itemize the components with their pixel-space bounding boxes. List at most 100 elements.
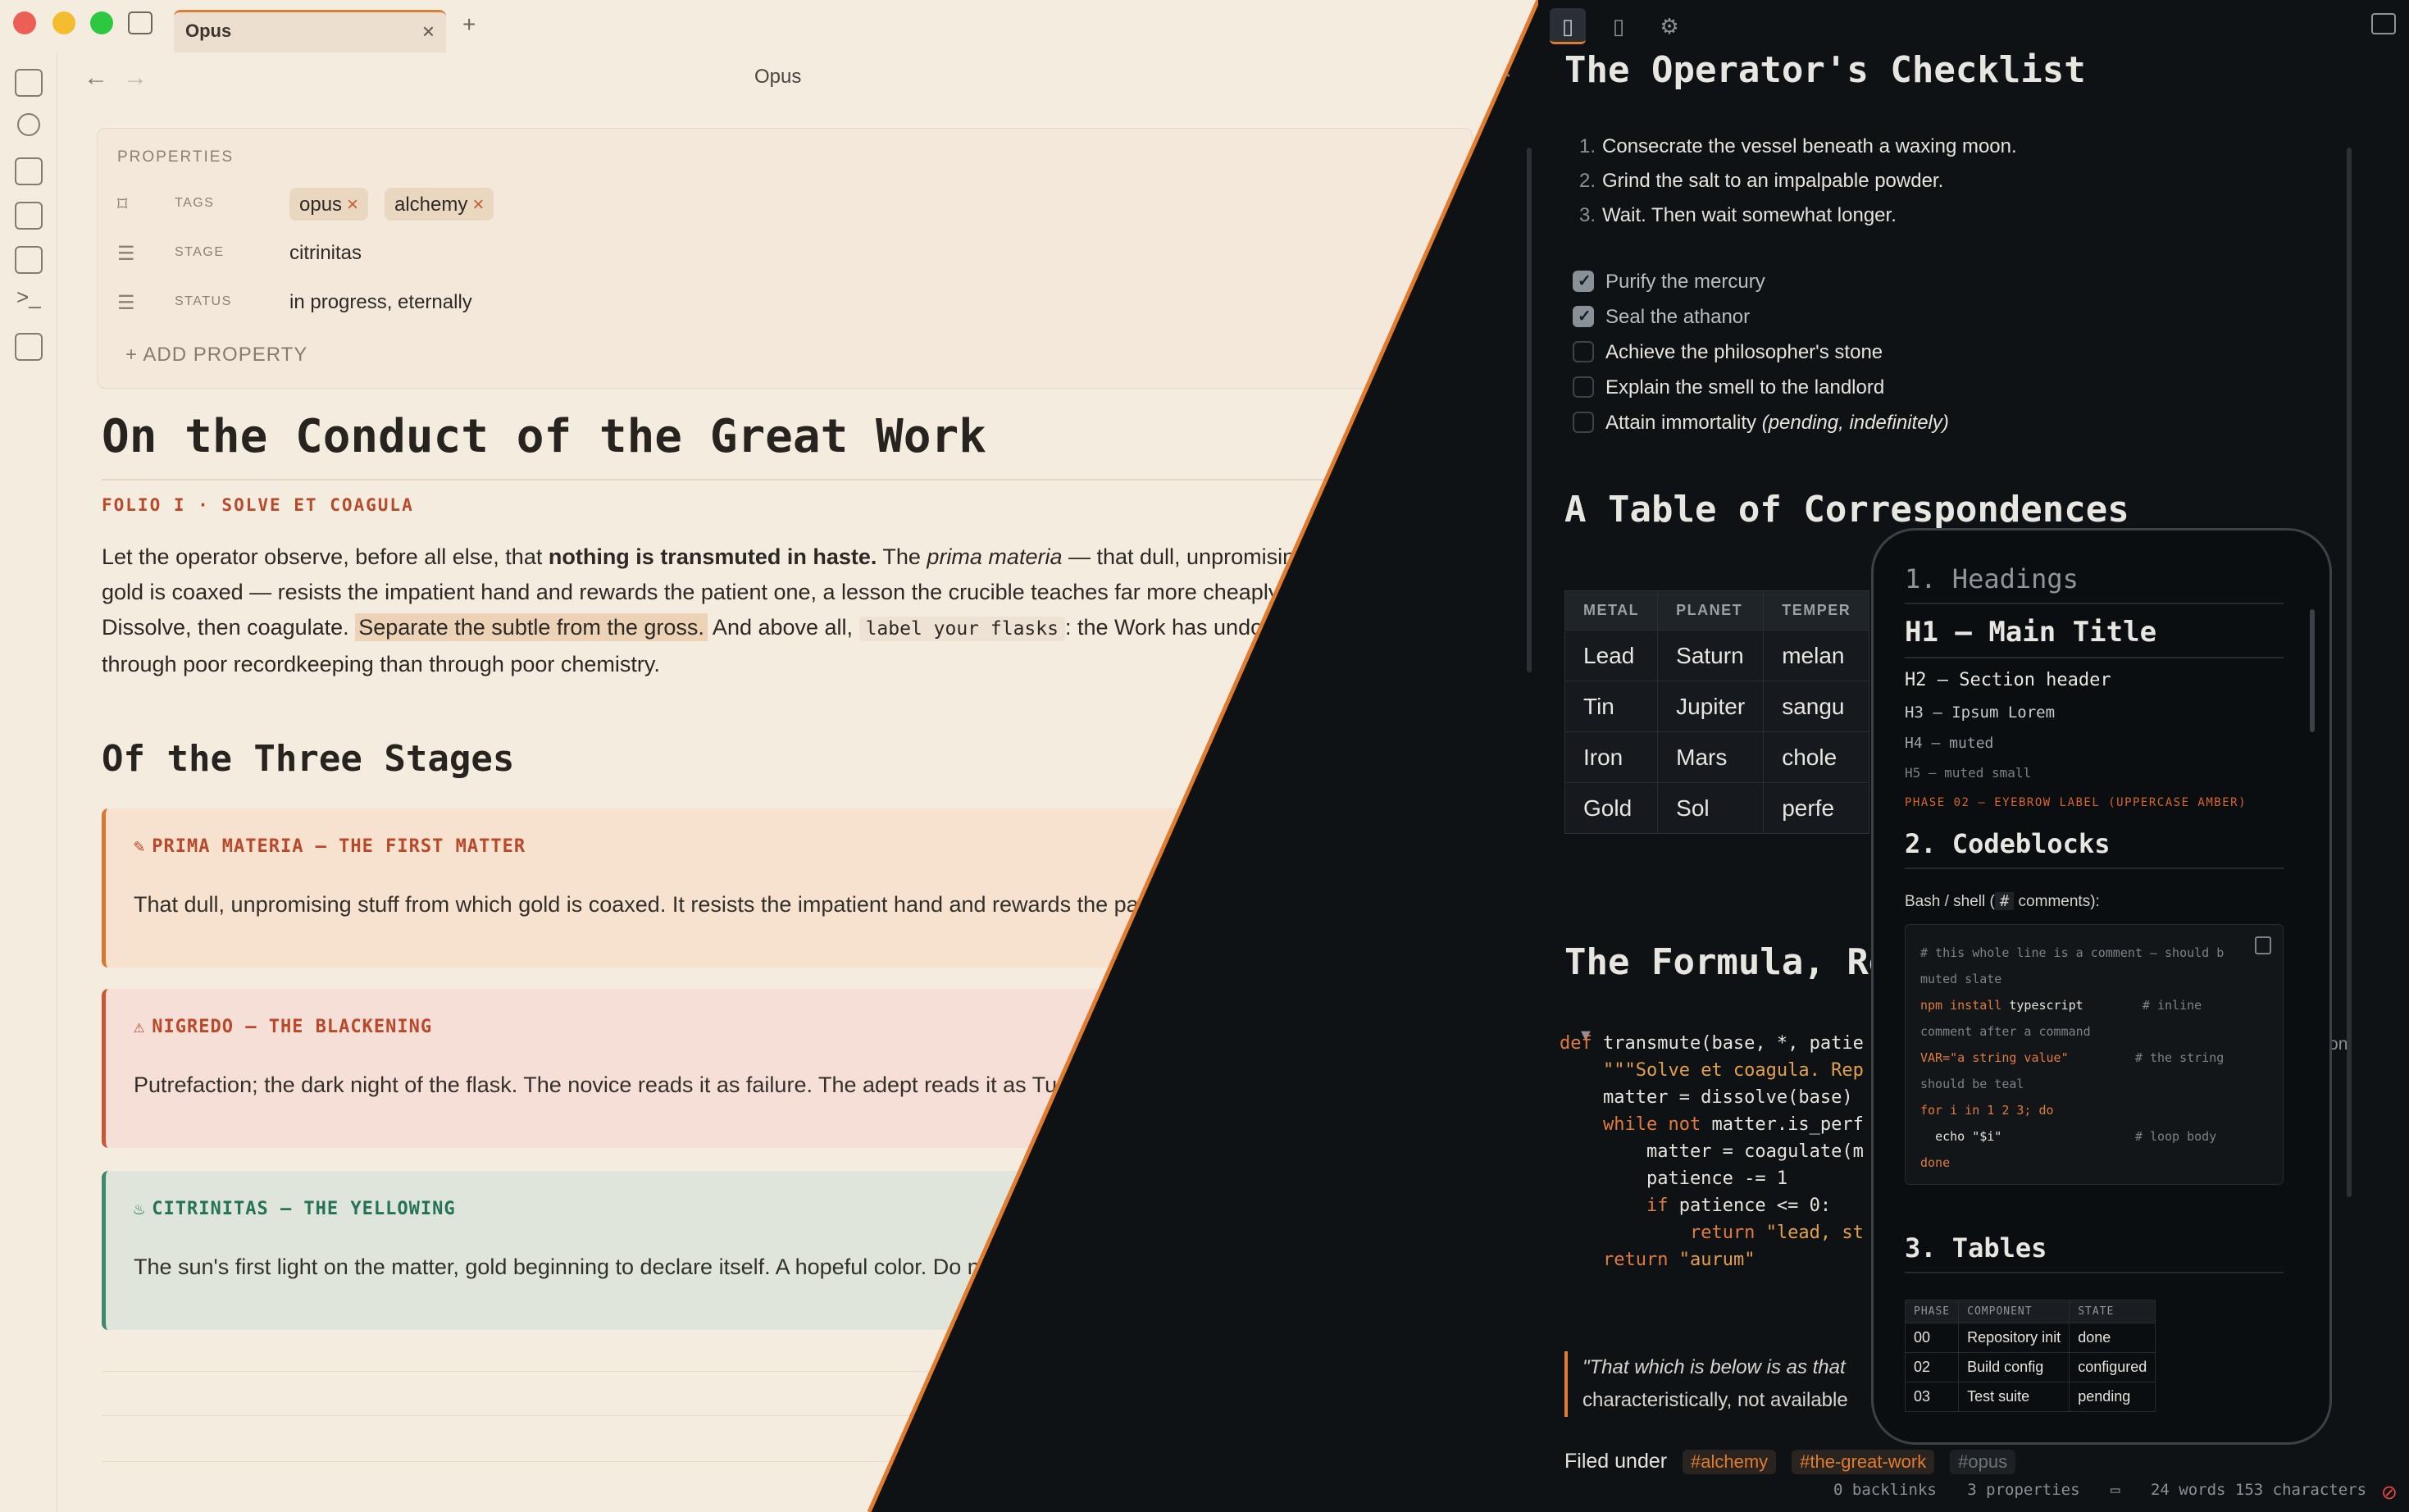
title-rule [102,479,1479,480]
table-row: Gold Sol perfe [1564,782,1870,834]
highlighted-text: Separate the subtle from the gross. [355,613,708,641]
command-palette-icon[interactable]: >_ [16,284,41,310]
tab-label: Opus [185,20,232,41]
property-key: STAGE [175,245,225,259]
document-tab-icon[interactable]: ▯ [1601,8,1637,44]
tag-pill-alchemy[interactable]: alchemy × [385,188,494,221]
graph-view-icon[interactable] [17,113,40,136]
phone-h1: H1 — Main Title [1905,616,2284,658]
note-title: Opus [754,66,802,88]
back-icon[interactable]: ← [84,64,108,92]
inline-code: label your flasks [858,617,1065,641]
forward-icon[interactable]: → [123,64,148,92]
formula-heading: The Formula, Re [1564,941,1891,983]
checkbox-checked[interactable] [1573,264,1594,299]
property-stage[interactable]: ☰ STAGE citrinitas [117,235,1429,271]
task-item[interactable]: Seal the athanor [1573,299,1949,335]
filed-under: Filed under #alchemy #the-great-work #op… [1564,1450,2016,1474]
column-header: PHASE [1904,1300,1960,1323]
checkbox-checked[interactable] [1573,299,1594,335]
scrollbar[interactable] [1527,148,1532,672]
phone-h5: H5 — muted small [1905,765,2032,781]
text-property-icon: ☰ [117,292,135,314]
flame-icon: ♨ [134,1199,146,1219]
list-item: 1. Consecrate the vessel beneath a waxing… [1579,135,2017,157]
document-tab-icon[interactable]: ▯ [1550,8,1586,44]
new-tab-icon[interactable]: + [462,11,476,38]
pencil-icon: ✎ [134,836,146,857]
checkbox-unchecked[interactable] [1573,376,1594,398]
section-heading-stages: Of the Three Stages [102,738,515,780]
task-item[interactable]: Attain immortality (pending, indefinitel… [1573,405,1949,440]
checkbox-unchecked[interactable] [1573,412,1594,433]
copy-icon[interactable] [2255,936,2271,954]
column-header: COMPONENT [1958,1300,2070,1323]
property-status[interactable]: ☰ STATUS in progress, eternally [117,285,1429,321]
checklist-heading: The Operator's Checklist [1564,49,2086,91]
task-item[interactable]: Achieve the philosopher's stone [1573,335,1949,370]
status-bar: 0 backlinks 3 properties ▭ 24 words 153 … [1833,1481,2388,1499]
task-item[interactable]: Explain the smell to the landlord [1573,370,1949,405]
table-row: Iron Mars chole [1564,731,1870,783]
property-value[interactable]: citrinitas [289,242,362,265]
right-preview-pane: ▯ ▯ ⚙ The Operator's Checklist 1. Consecr… [1538,0,2409,1512]
table-row: Tin Jupiter sangu [1564,681,1870,732]
table-row: 02 Build config configured [1904,1352,2156,1382]
right-tab-bar: ▯ ▯ ⚙ [1538,0,2409,52]
canvas-icon[interactable] [15,157,43,185]
maximize-window-button[interactable] [90,11,113,34]
outline-icon[interactable] [15,333,43,361]
property-key: STATUS [175,294,232,308]
tag-icon: ⌑ [117,194,128,216]
right-sidebar-toggle-icon[interactable] [2371,13,2396,34]
tag-link-alchemy[interactable]: #alchemy [1683,1450,1777,1474]
tag-pill-opus[interactable]: opus × [289,188,369,221]
word-count: 24 words 153 characters [2150,1481,2367,1499]
phone-section-headings: 1. Headings [1905,563,2284,604]
column-header: PLANET [1657,590,1765,631]
minimize-window-button[interactable] [52,11,75,34]
left-ribbon: >_ [0,52,57,1512]
phone-scrollbar[interactable] [2310,609,2315,732]
settings-gear-icon[interactable]: ⚙ [1651,8,1687,44]
phone-bash-caption: Bash / shell (# comments): [1905,892,2100,910]
templates-icon[interactable] [15,246,43,274]
properties-heading: PROPERTIES [117,148,235,166]
column-header: METAL [1564,590,1659,631]
phone-codeblock: # this whole line is a comment — should … [1905,924,2284,1185]
sync-error-icon[interactable]: ⊘ [2381,1481,2398,1505]
tag-link-the-great-work[interactable]: #the-great-work [1792,1450,1935,1474]
phone-eyebrow: PHASE 02 — EYEBROW LABEL (UPPERCASE AMBE… [1905,796,2247,809]
backlinks-count[interactable]: 0 backlinks [1833,1481,1937,1499]
property-value[interactable]: in progress, eternally [289,291,472,314]
add-property-button[interactable]: + ADD PROPERTY [125,344,307,367]
ordered-list: 1. Consecrate the vessel beneath a waxing… [1579,130,2017,233]
task-item[interactable]: Purify the mercury [1573,264,1949,299]
properties-panel: PROPERTIES ⌑ TAGS opus × alchemy × ☰ STAGE… [97,128,1473,389]
reading-icon[interactable]: ▭ [2111,1481,2120,1499]
properties-count[interactable]: 3 properties [1967,1481,2079,1499]
phone-section-codeblocks: 2. Codeblocks [1905,828,2284,869]
correspondences-heading: A Table of Correspondences [1564,489,2129,531]
warning-icon: ⚠ [134,1017,146,1037]
table-row: Lead Saturn melan [1564,630,1870,681]
text-property-icon: ☰ [117,243,135,265]
phone-h3: H3 — Ipsum Lorem [1905,704,2056,722]
scrollbar[interactable] [2347,148,2352,1197]
close-window-button[interactable] [13,11,36,34]
checkbox-unchecked[interactable] [1573,341,1594,362]
property-tags[interactable]: ⌑ TAGS opus × alchemy × [117,186,1429,222]
phone-table: PHASE COMPONENT STATE 00 Repository init d… [1904,1300,2156,1412]
sidebar-toggle-icon[interactable] [128,11,153,34]
tag-link-opus[interactable]: #opus [1950,1450,2016,1474]
column-header: TEMPER [1763,590,1870,631]
tab-opus[interactable]: Opus × [174,10,446,52]
calendar-icon[interactable] [15,202,43,230]
eyebrow-label: FOLIO I · SOLVE ET COAGULA [102,495,414,515]
mobile-preview: 1. Headings H1 — Main Title H2 — Section… [1871,528,2332,1445]
column-header: STATE [2069,1300,2156,1323]
phone-h2: H2 — Section header [1905,670,2111,690]
list-item: 3. Wait. Then wait somewhat longer. [1579,204,1897,226]
close-tab-icon[interactable]: × [422,19,435,44]
open-note-icon[interactable] [15,69,43,97]
